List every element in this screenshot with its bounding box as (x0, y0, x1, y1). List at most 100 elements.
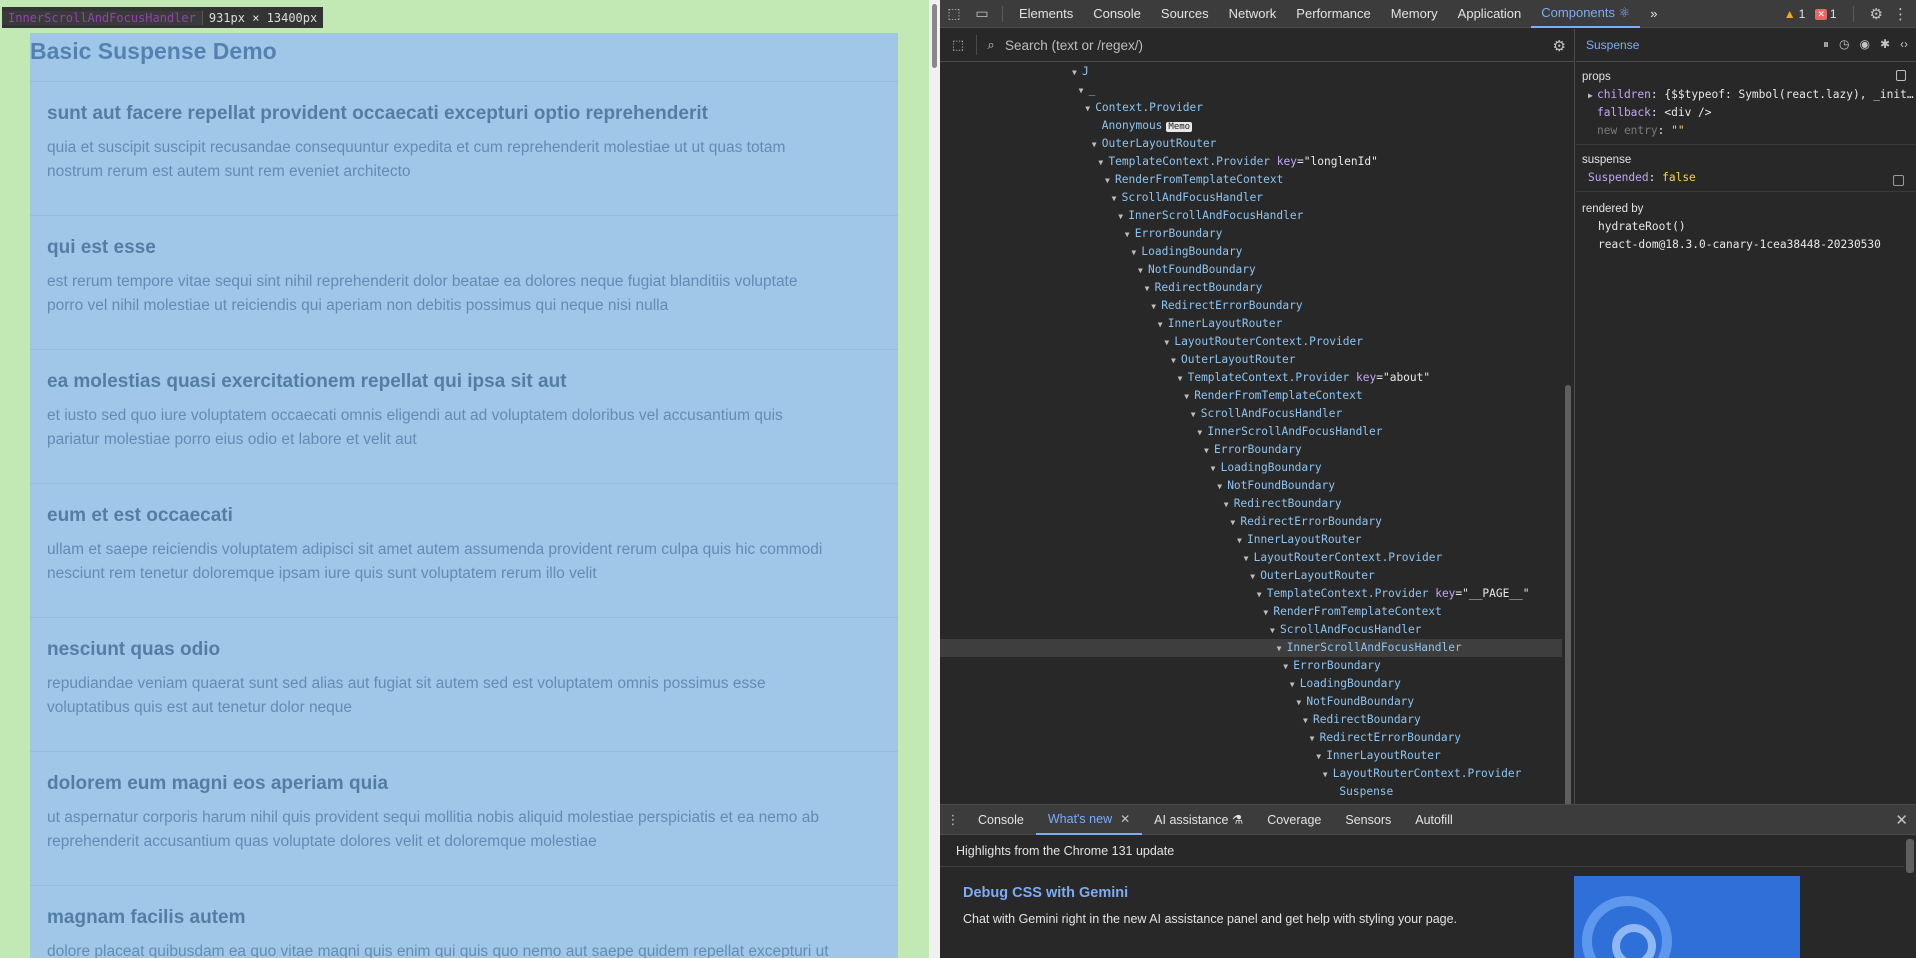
prop-row[interactable]: new entry: "" (1576, 122, 1916, 140)
expand-arrow-icon[interactable]: ▼ (1085, 100, 1093, 118)
tree-node[interactable]: ▼ TemplateContext.Provider key="about" (1178, 369, 1431, 387)
errors-badge[interactable]: ✕ 1 (1815, 7, 1837, 21)
devtools-tab[interactable]: Performance (1286, 0, 1380, 28)
tree-node[interactable]: ▼ LoadingBoundary (1131, 243, 1242, 261)
settings-gear-icon[interactable]: ⚙ (1870, 5, 1883, 23)
tree-node[interactable]: ▼ RedirectBoundary (1145, 279, 1263, 297)
prop-value[interactable]: "" (1671, 124, 1684, 137)
expand-arrow-icon[interactable]: ▼ (1217, 478, 1225, 496)
expand-arrow-icon[interactable]: ▼ (1204, 442, 1212, 460)
tree-node[interactable]: ▼ RenderFromTemplateContext (1105, 171, 1283, 189)
drawer-tab[interactable]: What's new ✕ (1035, 805, 1143, 835)
tree-node[interactable]: ▼ InnerLayoutRouter (1237, 531, 1362, 549)
expand-arrow-icon[interactable]: ▼ (1072, 64, 1080, 82)
expand-arrow-icon[interactable]: ▼ (1211, 460, 1219, 478)
tree-node[interactable]: ▼ Context.Provider (1085, 99, 1203, 117)
expand-arrow-icon[interactable]: ▼ (1323, 766, 1331, 784)
search-input[interactable] (1005, 37, 1525, 53)
tree-node[interactable]: ▼ InnerLayoutRouter (1158, 315, 1283, 333)
expand-arrow-icon[interactable]: ▼ (1171, 352, 1179, 370)
drawer-tab[interactable]: Autofill (1403, 805, 1465, 835)
devtools-tab[interactable]: Sources (1151, 0, 1219, 28)
expand-arrow-icon[interactable]: ▼ (1310, 730, 1318, 748)
expand-arrow-icon[interactable]: ▼ (1244, 550, 1252, 568)
expand-arrow-icon[interactable]: ▼ (1158, 316, 1166, 334)
tree-node[interactable]: ▼ LoadingBoundary (1290, 675, 1401, 693)
suspended-checkbox[interactable] (1893, 175, 1904, 186)
page-scrollbar-thumb[interactable] (932, 4, 937, 68)
tree-node[interactable]: ▼ RenderFromTemplateContext (1184, 387, 1362, 405)
warnings-badge[interactable]: ▲ 1 (1784, 7, 1806, 21)
expand-arrow-icon[interactable]: ▼ (1296, 694, 1304, 712)
expand-arrow-icon[interactable]: ▼ (1290, 676, 1298, 694)
device-toolbar-icon[interactable]: ▭ (968, 0, 996, 28)
expand-arrow-icon[interactable]: ▼ (1118, 208, 1126, 226)
tree-node[interactable]: ▼ LoadingBoundary (1211, 459, 1322, 477)
prop-value[interactable]: <div /> (1664, 106, 1711, 119)
tree-node[interactable]: ▼ _ (1079, 81, 1096, 99)
tree-node[interactable]: ▼ ErrorBoundary (1283, 657, 1381, 675)
tree-node[interactable]: ▼ ErrorBoundary (1125, 225, 1223, 243)
expand-arrow-icon[interactable]: ▼ (1105, 172, 1113, 190)
feature-title-link[interactable]: Debug CSS with Gemini (963, 885, 1128, 901)
tree-node[interactable]: ▼ RedirectBoundary (1303, 711, 1421, 729)
tree-node[interactable]: ▼ LayoutRouterContext.Provider (1323, 765, 1522, 783)
expand-arrow-icon[interactable]: ▼ (1145, 280, 1153, 298)
tree-settings-gear-icon[interactable]: ⚙ (1553, 37, 1566, 55)
devtools-tab[interactable]: Application (1448, 0, 1532, 28)
copy-icon[interactable] (1896, 70, 1906, 81)
rendered-by-item[interactable]: hydrateRoot() (1576, 218, 1916, 236)
tree-node[interactable]: ▼ InnerScrollAndFocusHandler (940, 639, 1562, 657)
devtools-tab[interactable]: Elements (1009, 0, 1083, 28)
tree-node[interactable]: ▼ NotFoundBoundary (1138, 261, 1256, 279)
prop-row[interactable]: ▶ children: {$$typeof: Symbol(react.lazy)… (1576, 86, 1916, 104)
expand-arrow-icon[interactable]: ▼ (1263, 604, 1271, 622)
expand-arrow-icon[interactable]: ▼ (1184, 388, 1192, 406)
tree-scrollbar[interactable] (1562, 63, 1574, 825)
tree-node[interactable]: ▼ TemplateContext.Provider key="longlenId… (1098, 153, 1377, 171)
expand-arrow-icon[interactable]: ▼ (1316, 748, 1324, 766)
expand-arrow-icon[interactable]: ▼ (1237, 532, 1245, 550)
expand-arrow-icon[interactable]: ▼ (1138, 262, 1146, 280)
tree-node[interactable]: ▼ ErrorBoundary (1204, 441, 1302, 459)
tree-node[interactable]: ▼ NotFoundBoundary (1296, 693, 1414, 711)
drawer-tab[interactable]: Console (966, 805, 1036, 835)
tree-node[interactable]: ▼ ScrollAndFocusHandler (1191, 405, 1342, 423)
expand-arrow-icon[interactable]: ▼ (1197, 424, 1205, 442)
more-options-icon[interactable]: ⋮ (1893, 5, 1908, 23)
expand-arrow-icon[interactable]: ▼ (1079, 82, 1087, 100)
devtools-tab[interactable]: Components ⚛ (1531, 0, 1641, 28)
timer-icon[interactable]: ◷ (1839, 37, 1849, 52)
expand-arrow-icon[interactable]: ▼ (1112, 190, 1120, 208)
tree-node[interactable]: ▼ RedirectErrorBoundary (1230, 513, 1381, 531)
more-tabs-button[interactable]: » (1640, 0, 1667, 28)
inspect-element-icon[interactable]: ⬚ (940, 0, 968, 28)
tree-node[interactable]: ▼ OuterLayoutRouter (1171, 351, 1296, 369)
expand-arrow-icon[interactable]: ▼ (1178, 370, 1186, 388)
page-scrollbar[interactable] (929, 0, 940, 958)
drawer-tab[interactable]: AI assistance ⚗ (1142, 805, 1255, 835)
tree-node[interactable]: Anonymous Memo (1092, 117, 1193, 135)
expand-arrow-icon[interactable]: ▼ (1303, 712, 1311, 730)
prop-value[interactable]: {$$typeof: Symbol(react.lazy), _init… (1664, 88, 1913, 101)
drawer-tab[interactable]: Coverage (1255, 805, 1333, 835)
suspend-toggle-icon[interactable]: ⏸ (1823, 37, 1829, 52)
eye-icon[interactable]: ◉ (1859, 37, 1869, 52)
close-drawer-icon[interactable]: ✕ (1895, 811, 1908, 829)
source-code-icon[interactable]: ‹› (1900, 37, 1908, 52)
devtools-tab[interactable]: Memory (1381, 0, 1448, 28)
expand-arrow-icon[interactable]: ▼ (1257, 586, 1265, 604)
tree-node[interactable]: ▼ OuterLayoutRouter (1250, 567, 1375, 585)
tree-node[interactable]: ▼ ScrollAndFocusHandler (1270, 621, 1421, 639)
tree-node[interactable]: ▼ RedirectErrorBoundary (1151, 297, 1302, 315)
drawer-tab[interactable]: Sensors (1333, 805, 1403, 835)
drawer-scrollbar-thumb[interactable] (1906, 839, 1914, 873)
bug-icon[interactable]: ✱ (1880, 37, 1890, 52)
expand-arrow-icon[interactable]: ▼ (1270, 622, 1278, 640)
expand-arrow-icon[interactable]: ▼ (1131, 244, 1139, 262)
close-tab-icon[interactable]: ✕ (1120, 812, 1130, 826)
drawer-menu-icon[interactable]: ⋮ (940, 812, 966, 828)
expand-arrow-icon[interactable]: ▼ (1098, 154, 1106, 172)
expand-arrow-icon[interactable]: ▼ (1283, 658, 1291, 676)
tree-node[interactable]: Suspense (1329, 783, 1393, 801)
